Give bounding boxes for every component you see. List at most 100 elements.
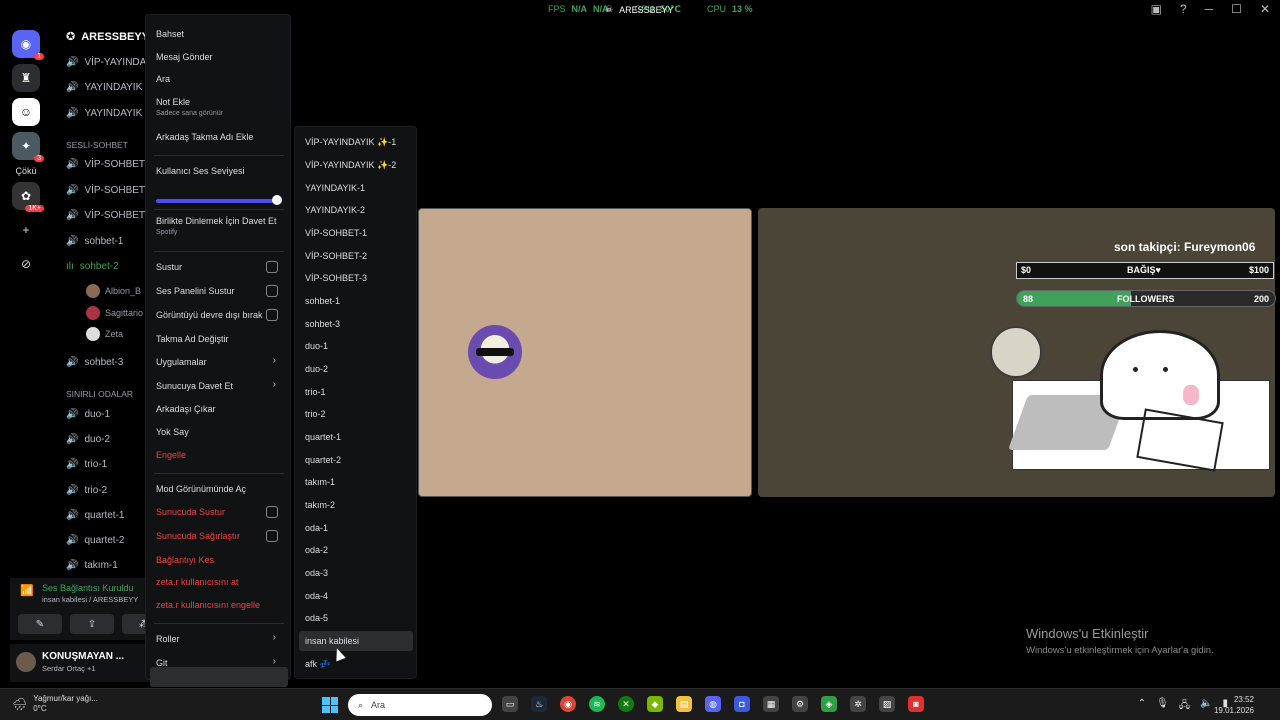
user-volume-slider[interactable] — [156, 199, 278, 203]
submenu-channel[interactable]: VİP-YAYINDAYIK ✨-1 — [305, 137, 396, 148]
submenu-channel[interactable]: sohbet-1 — [305, 296, 340, 306]
channel-yayindayik-2[interactable]: 🔊 YAYINDAYIK — [66, 108, 142, 119]
menu-item-server-mute[interactable]: Sunucuda Sustur — [156, 507, 225, 517]
xbox-icon[interactable]: ✕ — [618, 696, 634, 712]
discord-home-icon[interactable]: ◉ 1 — [12, 30, 44, 60]
submenu-channel[interactable]: oda-5 — [305, 613, 328, 623]
volume-icon[interactable]: 🔈 — [1200, 698, 1212, 715]
server-header[interactable]: ✪ ARESSBEYY — [66, 30, 149, 44]
menu-item-listen-along[interactable]: Birlikte Dinlemek İçin Davet Et Spotify — [156, 216, 277, 236]
task-view-icon[interactable]: ▭ — [502, 696, 518, 712]
app-icon-dark[interactable]: ▦ — [763, 696, 779, 712]
clock[interactable]: 23:52 19.01.2026 — [1214, 694, 1254, 716]
mic-icon[interactable]: 🎙 — [1156, 698, 1169, 715]
menu-item-friend-nickname[interactable]: Arkadaş Takma Adı Ekle — [156, 132, 253, 142]
menu-item-message[interactable]: Mesaj Gönder — [156, 52, 213, 62]
video-checkbox[interactable] — [266, 309, 278, 321]
submenu-channel[interactable]: YAYINDAYIK-1 — [305, 183, 365, 193]
submenu-channel[interactable]: VİP-SOHBET-2 — [305, 251, 367, 261]
channel-vip-sohbet-1[interactable]: 🔊 VİP-SOHBET — [66, 159, 145, 170]
menu-item-change-nickname[interactable]: Takma Ad Değiştir — [156, 334, 229, 344]
channel-duo-2[interactable]: 🔊 duo-2 — [66, 434, 110, 445]
submenu-channel-afk[interactable]: afk 💤 — [305, 659, 331, 670]
file-explorer-icon[interactable]: ▤ — [676, 696, 692, 712]
menu-item-mute-soundboard[interactable]: Ses Panelini Sustur — [156, 286, 235, 296]
app-icon-settings[interactable]: ✲ — [850, 696, 866, 712]
server-icon-4[interactable]: ✿ 1K+ — [12, 182, 44, 212]
channel-duo-1[interactable]: 🔊 duo-1 — [66, 409, 110, 420]
server-text-item[interactable]: Çökü — [0, 166, 52, 176]
channel-vip-yayinda[interactable]: 🔊 VİP-YAYINDA — [66, 57, 146, 68]
menu-item-block[interactable]: Engelle — [156, 450, 186, 460]
maximize-button[interactable]: ☐ — [1231, 2, 1242, 16]
chrome-icon[interactable]: ◉ — [560, 696, 576, 712]
menu-item-invite-server[interactable]: Sunucuya Davet Et — [156, 381, 233, 391]
channel-sohbet-2[interactable]: ılı sohbet-2 — [66, 261, 119, 272]
submenu-channel[interactable]: VİP-SOHBET-3 — [305, 273, 367, 283]
user-panel[interactable]: KONUŞMAYAN ... Serdar Ortaç +1 — [10, 644, 150, 682]
channel-quartet-1[interactable]: 🔊 quartet-1 — [66, 510, 124, 521]
menu-item-roles[interactable]: Roller — [156, 634, 180, 644]
channel-vip-sohbet-2[interactable]: 🔊 VİP-SOHBET — [66, 185, 145, 196]
steam-icon[interactable]: ♨ — [531, 696, 547, 712]
help-icon[interactable]: ? — [1180, 2, 1187, 16]
submenu-channel[interactable]: takım-2 — [305, 500, 335, 510]
channel-takim-1[interactable]: 🔊 takım-1 — [66, 560, 118, 571]
voice-status[interactable]: Ses Bağlantısı Kuruldu — [42, 583, 134, 593]
submenu-channel[interactable]: duo-1 — [305, 341, 328, 351]
menu-item-mention[interactable]: Bahset — [156, 29, 184, 39]
add-server-icon[interactable]: + — [12, 216, 40, 244]
menu-item-disable-video[interactable]: Görüntüyü devre dışı bırak — [156, 310, 263, 320]
submenu-channel[interactable]: duo-2 — [305, 364, 328, 374]
submenu-channel[interactable]: trio-2 — [305, 409, 326, 419]
menu-item-ban[interactable]: zeta.r kullanıcısını engelle — [156, 600, 260, 610]
submenu-channel[interactable]: sohbet-3 — [305, 319, 340, 329]
menu-item-remove-friend[interactable]: Arkadaşı Çıkar — [156, 404, 216, 414]
chevron-up-icon[interactable]: ⌃ — [1138, 698, 1146, 715]
volume-slider-knob[interactable] — [272, 195, 282, 205]
submenu-channel[interactable]: VİP-YAYINDAYIK ✨-2 — [305, 160, 396, 171]
inbox-icon[interactable]: ▣ — [1151, 2, 1162, 16]
channel-quartet-2[interactable]: 🔊 quartet-2 — [66, 535, 124, 546]
channel-yayindayik-1[interactable]: 🔊 YAYINDAYIK — [66, 82, 142, 93]
menu-item-mute[interactable]: Sustur — [156, 262, 182, 272]
close-button[interactable]: ✕ — [1260, 2, 1270, 16]
category-sinirli-odalar[interactable]: SINIRLI ODALAR — [66, 389, 133, 399]
submenu-channel[interactable]: oda-2 — [305, 545, 328, 555]
channel-sohbet-1[interactable]: 🔊 sohbet-1 — [66, 236, 123, 247]
menu-item-ignore[interactable]: Yok Say — [156, 427, 189, 437]
menu-item-server-deafen[interactable]: Sunucuda Sağırlaştır — [156, 531, 240, 541]
menu-item-add-note[interactable]: Not Ekle Sadece sana görünür — [156, 97, 223, 117]
menu-item-disconnect[interactable]: Bağlantıyı Kes — [156, 555, 214, 565]
submenu-channel[interactable]: quartet-1 — [305, 432, 341, 442]
submenu-channel[interactable]: quartet-2 — [305, 455, 341, 465]
screen-share-button[interactable]: ⇪ — [70, 614, 114, 634]
nvidia-icon[interactable]: ◆ — [647, 696, 663, 712]
soundboard-checkbox[interactable] — [266, 285, 278, 297]
submenu-channel[interactable]: YAYINDAYIK-2 — [305, 205, 365, 215]
submenu-channel[interactable]: takım-1 — [305, 477, 335, 487]
taskbar-search[interactable]: ⌕ Ara — [348, 694, 492, 716]
channel-vip-sohbet-3[interactable]: 🔊 VİP-SOHBET — [66, 210, 145, 221]
server-icon-1[interactable]: ♜ — [12, 64, 40, 92]
app-icon-red[interactable]: ◙ — [908, 696, 924, 712]
network-icon[interactable]: 🖧 — [1179, 698, 1190, 715]
submenu-channel[interactable]: VİP-SOHBET-1 — [305, 228, 367, 238]
menu-item-call[interactable]: Ara — [156, 74, 170, 84]
server-icon-2[interactable]: ☺ — [12, 98, 40, 126]
voice-member[interactable]: Albion_B — [86, 284, 141, 298]
app-icon-box[interactable]: ▨ — [879, 696, 895, 712]
menu-item-move-to[interactable]: Git — [156, 658, 168, 668]
server-icon-3[interactable]: ✦ 3 — [12, 132, 44, 162]
start-button[interactable] — [322, 697, 338, 713]
server-mute-checkbox[interactable] — [266, 506, 278, 518]
category-sesli-sohbet[interactable]: SESLİ-SOHBET — [66, 140, 128, 150]
spotify-icon[interactable]: ≋ — [589, 696, 605, 712]
explore-icon[interactable]: ⊘ — [12, 250, 40, 278]
submenu-channel[interactable]: oda-3 — [305, 568, 328, 578]
channel-trio-1[interactable]: 🔊 trio-1 — [66, 459, 107, 470]
weather-widget[interactable]: 🌧 Yağmur/kar yağı... 0°C — [12, 694, 98, 714]
voice-member[interactable]: Sagittario — [86, 306, 143, 320]
server-deafen-checkbox[interactable] — [266, 530, 278, 542]
submenu-channel-insan-kabilesi[interactable]: insan kabilesi — [305, 636, 359, 646]
